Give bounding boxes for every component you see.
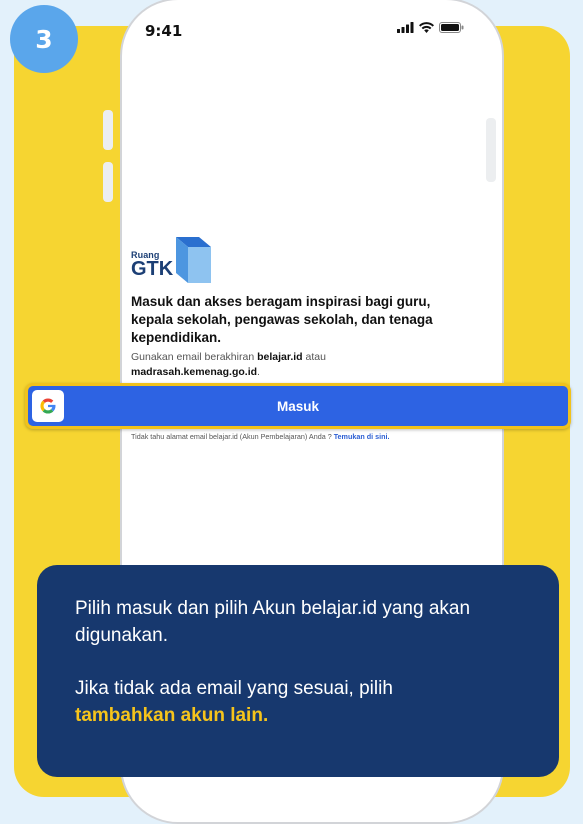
logo-title: GTK [131,258,174,280]
instruction-callout: Pilih masuk dan pilih Akun belajar.id ya… [37,565,559,777]
email-domain-note: Gunakan email berakhiran belajar.id atau… [131,350,461,380]
status-time: 9:41 [145,22,183,40]
note-domain-belajar: belajar.id [257,351,303,363]
add-account-highlight: tambahkan akun lain. [75,705,269,726]
note-end: . [257,366,260,378]
step-number: 3 [35,24,53,54]
callout-line-2: Jika tidak ada email yang sesuai, pilih … [75,675,529,729]
phone-side-button [103,110,113,150]
callout-line-1: Pilih masuk dan pilih Akun belajar.id ya… [75,598,471,646]
battery-icon [439,22,464,33]
note-domain-kemenag: madrasah.kemenag.go.id [131,366,258,378]
note-prefix: Gunakan email berakhiran [131,351,255,363]
google-signin-button[interactable]: Masuk [25,383,571,429]
note-mid: atau [305,351,326,363]
callout-line-2-text: Jika tidak ada email yang sesuai, pilih [75,678,393,699]
help-text: Tidak tahu alamat email belajar.id (Akun… [131,432,389,441]
ruang-gtk-logo: Ruang GTK [131,237,211,283]
phone-side-button [486,118,496,182]
help-question: Tidak tahu alamat email belajar.id (Akun… [131,432,332,441]
find-here-link[interactable]: Temukan di sini. [334,432,390,441]
step-badge: 3 [10,5,78,73]
status-icons [397,22,464,33]
signin-button-label: Masuk [276,398,320,414]
wifi-icon [419,22,434,33]
login-headline: Masuk dan akses beragam inspirasi bagi g… [131,294,433,345]
signal-icon [397,22,414,33]
phone-side-button [103,162,113,202]
